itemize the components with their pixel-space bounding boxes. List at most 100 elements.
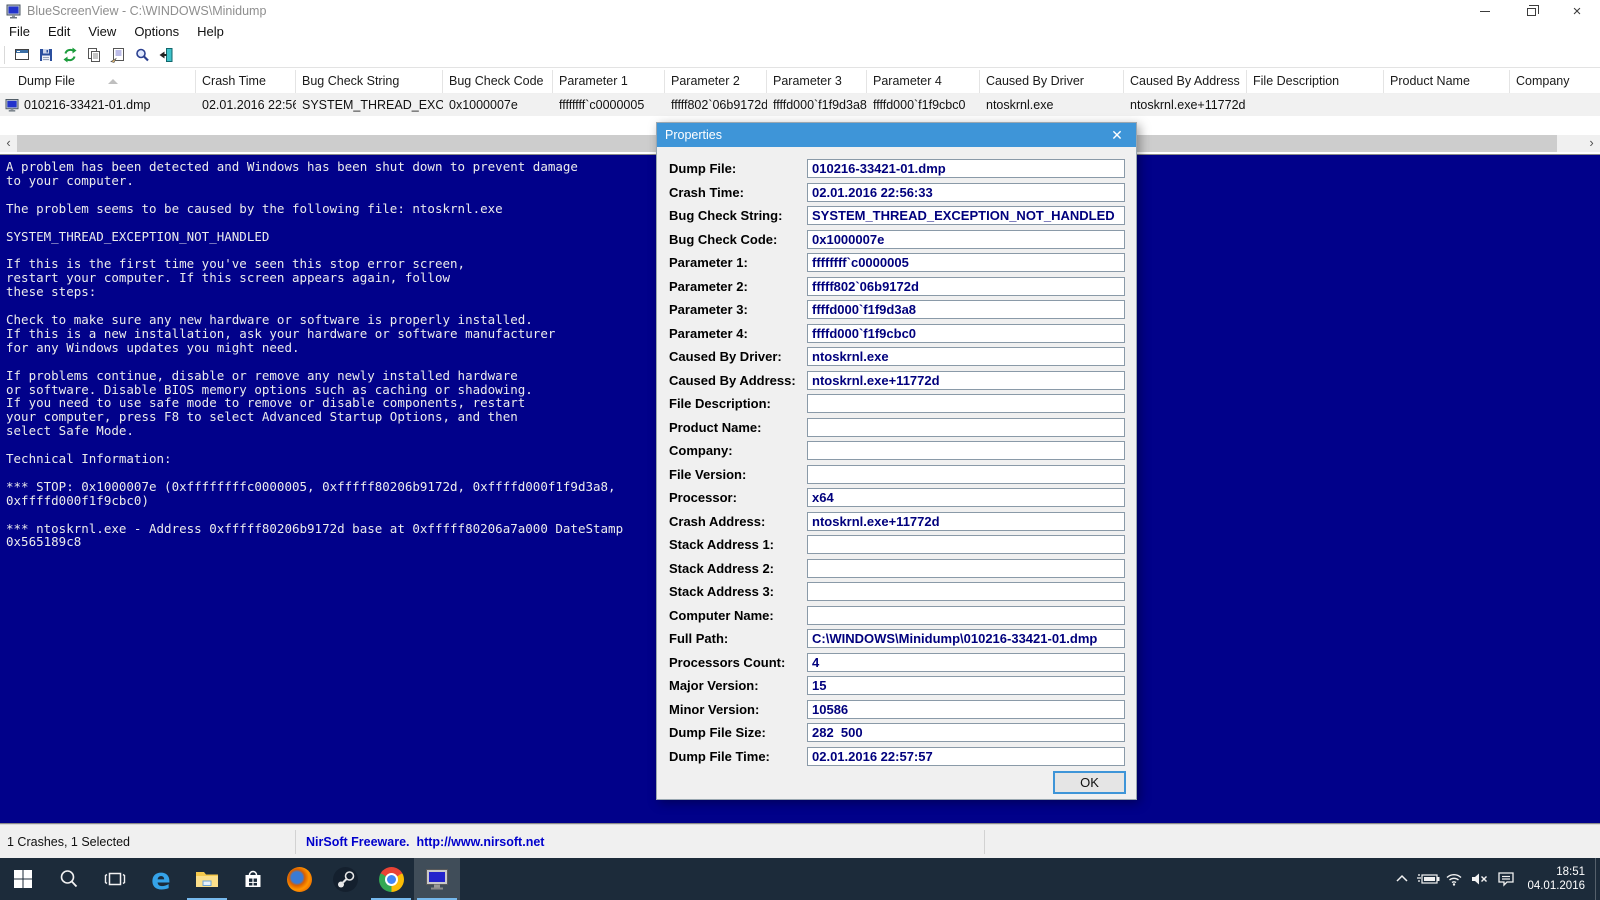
column-file-description[interactable]: File Description xyxy=(1247,70,1384,93)
field-value-full-path[interactable]: C:\WINDOWS\Minidump\010216-33421-01.dmp xyxy=(807,629,1125,648)
field-value-parameter-4[interactable]: ffffd000`f1f9cbc0 xyxy=(807,324,1125,343)
taskbar-item-bluescreenview[interactable] xyxy=(414,858,460,900)
field-value-processors-count[interactable]: 4 xyxy=(807,653,1125,672)
taskbar-search-button[interactable] xyxy=(46,858,92,900)
copy-button[interactable] xyxy=(82,44,106,66)
field-label-bug-check-code: Bug Check Code: xyxy=(669,232,778,247)
tray-network-button[interactable] xyxy=(1441,858,1467,900)
show-desktop-button[interactable] xyxy=(1595,858,1600,900)
ok-button[interactable]: OK xyxy=(1053,771,1126,794)
exit-button[interactable] xyxy=(154,44,178,66)
field-value-bug-check-string[interactable]: SYSTEM_THREAD_EXCEPTION_NOT_HANDLED xyxy=(807,206,1125,225)
taskbar-item-edge[interactable]: e xyxy=(138,858,184,900)
field-value-minor-version[interactable]: 10586 xyxy=(807,700,1125,719)
column-parameter-3[interactable]: Parameter 3 xyxy=(767,70,867,93)
menu-help[interactable]: Help xyxy=(188,22,233,42)
scroll-right-arrow-icon[interactable]: › xyxy=(1583,135,1600,152)
minimize-button[interactable] xyxy=(1462,0,1508,22)
field-label-minor-version: Minor Version: xyxy=(669,702,760,717)
column-dump-file[interactable]: Dump File xyxy=(0,70,196,93)
column-bug-check-code[interactable]: Bug Check Code xyxy=(443,70,553,93)
field-value-file-version[interactable] xyxy=(807,465,1125,484)
status-bar: 1 Crashes, 1 Selected NirSoft Freeware. … xyxy=(0,824,1600,858)
window-title: BlueScreenView - C:\WINDOWS\Minidump xyxy=(27,4,267,18)
field-value-product-name[interactable] xyxy=(807,418,1125,437)
action-center-button[interactable] xyxy=(1493,858,1519,900)
find-icon xyxy=(136,48,149,61)
task-view-button[interactable] xyxy=(92,858,138,900)
dialog-close-button[interactable]: ✕ xyxy=(1098,123,1136,147)
field-label-caused-by-address: Caused By Address: xyxy=(669,373,796,388)
menu-options[interactable]: Options xyxy=(125,22,188,42)
column-parameter-4[interactable]: Parameter 4 xyxy=(867,70,980,93)
tray-battery-button[interactable] xyxy=(1415,858,1441,900)
field-value-major-version[interactable]: 15 xyxy=(807,676,1125,695)
taskbar-item-chrome[interactable] xyxy=(368,858,414,900)
field-value-dump-file[interactable]: 010216-33421-01.dmp xyxy=(807,159,1125,178)
properties-button[interactable] xyxy=(106,44,130,66)
find-button[interactable] xyxy=(130,44,154,66)
field-value-company[interactable] xyxy=(807,441,1125,460)
taskbar: e 18:51 04.01.2016 xyxy=(0,858,1600,900)
bluescreenview-icon xyxy=(426,869,448,890)
field-value-stack-address-1[interactable] xyxy=(807,535,1125,554)
restore-button[interactable] xyxy=(1508,0,1554,22)
taskbar-item-store[interactable] xyxy=(230,858,276,900)
table-row[interactable]: 010216-33421-01.dmp 02.01.2016 22:56:33 … xyxy=(0,94,1600,116)
taskbar-item-firefox[interactable] xyxy=(276,858,322,900)
copy-icon xyxy=(88,47,100,62)
column-parameter-2[interactable]: Parameter 2 xyxy=(665,70,767,93)
menu-file[interactable]: File xyxy=(0,22,39,42)
menu-edit[interactable]: Edit xyxy=(39,22,79,42)
field-label-stack-address-1: Stack Address 1: xyxy=(669,537,775,552)
field-label-stack-address-3: Stack Address 3: xyxy=(669,584,775,599)
field-value-dump-file-size[interactable]: 282 500 xyxy=(807,723,1125,742)
field-value-dump-file-time[interactable]: 02.01.2016 22:57:57 xyxy=(807,747,1125,766)
field-value-file-description[interactable] xyxy=(807,394,1125,413)
field-value-computer-name[interactable] xyxy=(807,606,1125,625)
scroll-left-arrow-icon[interactable]: ‹ xyxy=(0,135,17,152)
tray-chevron-button[interactable] xyxy=(1389,858,1415,900)
field-value-stack-address-3[interactable] xyxy=(807,582,1125,601)
sort-asc-icon xyxy=(108,79,118,84)
column-parameter-1[interactable]: Parameter 1 xyxy=(553,70,665,93)
column-bug-check-string[interactable]: Bug Check String xyxy=(296,70,443,93)
field-value-parameter-1[interactable]: ffffffff`c0000005 xyxy=(807,253,1125,272)
field-value-stack-address-2[interactable] xyxy=(807,559,1125,578)
exit-icon xyxy=(159,47,173,62)
field-value-parameter-2[interactable]: fffff802`06b9172d xyxy=(807,277,1125,296)
bluescreenview-app-icon xyxy=(6,4,21,18)
field-value-bug-check-code[interactable]: 0x1000007e xyxy=(807,230,1125,249)
field-label-crash-time: Crash Time: xyxy=(669,185,744,200)
field-value-processor[interactable]: x64 xyxy=(807,488,1125,507)
taskbar-item-steam[interactable] xyxy=(322,858,368,900)
field-value-crash-time[interactable]: 02.01.2016 22:56:33 xyxy=(807,183,1125,202)
field-value-parameter-3[interactable]: ffffd000`f1f9d3a8 xyxy=(807,300,1125,319)
column-caused-by-address[interactable]: Caused By Address xyxy=(1124,70,1247,93)
field-value-crash-address[interactable]: ntoskrnl.exe+11772d xyxy=(807,512,1125,531)
field-label-product-name: Product Name: xyxy=(669,420,762,435)
column-company[interactable]: Company xyxy=(1510,70,1600,93)
field-value-caused-by-driver[interactable]: ntoskrnl.exe xyxy=(807,347,1125,366)
field-label-caused-by-driver: Caused By Driver: xyxy=(669,349,782,364)
cell-parameter-2: fffff802`06b9172d xyxy=(671,98,767,112)
field-label-stack-address-2: Stack Address 2: xyxy=(669,561,775,576)
refresh-button[interactable] xyxy=(58,44,82,66)
advanced-options-button[interactable] xyxy=(10,44,34,66)
tray-volume-button[interactable] xyxy=(1467,858,1493,900)
dialog-title-bar[interactable]: Properties xyxy=(657,123,1136,147)
toolbar xyxy=(0,42,1600,68)
field-value-caused-by-address[interactable]: ntoskrnl.exe+11772d xyxy=(807,371,1125,390)
field-label-dump-file-time: Dump File Time: xyxy=(669,749,770,764)
taskbar-item-file-explorer[interactable] xyxy=(184,858,230,900)
column-product-name[interactable]: Product Name xyxy=(1384,70,1510,93)
column-crash-time[interactable]: Crash Time xyxy=(196,70,296,93)
taskbar-clock[interactable]: 18:51 04.01.2016 xyxy=(1527,865,1585,893)
nirsoft-link[interactable]: NirSoft Freeware. http://www.nirsoft.net xyxy=(296,835,984,849)
menu-view[interactable]: View xyxy=(79,22,125,42)
column-caused-by-driver[interactable]: Caused By Driver xyxy=(980,70,1124,93)
start-button[interactable] xyxy=(0,858,46,900)
task-view-icon xyxy=(104,872,126,886)
close-button[interactable]: × xyxy=(1554,0,1600,22)
save-button[interactable] xyxy=(34,44,58,66)
